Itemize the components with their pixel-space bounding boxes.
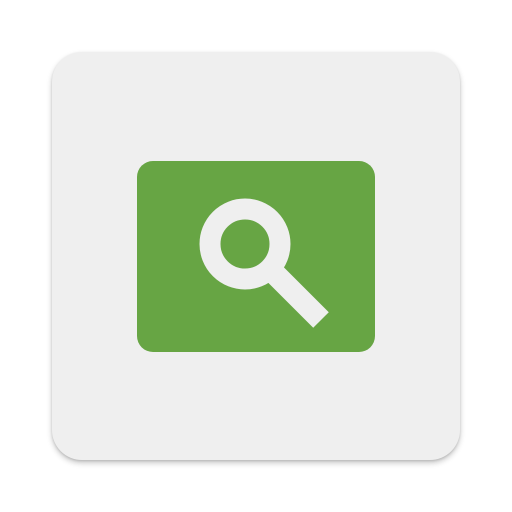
search-icon-lens — [199, 198, 291, 290]
app-icon-canvas — [0, 0, 512, 512]
app-icon-badge — [137, 161, 375, 352]
search-icon-handle — [263, 262, 329, 328]
search-icon — [199, 198, 329, 328]
